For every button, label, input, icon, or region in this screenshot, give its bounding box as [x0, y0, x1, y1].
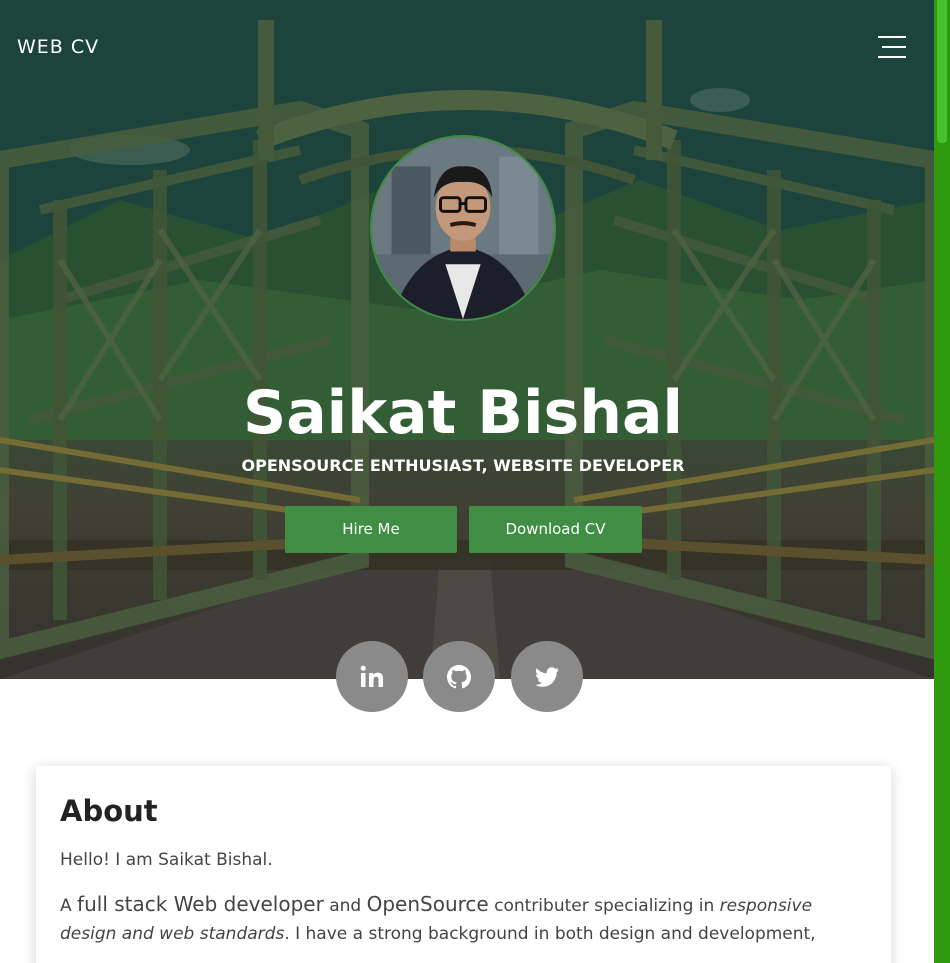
desc-text-3: contributer specializing in	[488, 896, 720, 916]
hamburger-menu-icon[interactable]	[878, 35, 908, 59]
profile-tagline: OPENSOURCE ENTHUSIAST, WEBSITE DEVELOPER	[241, 456, 685, 475]
github-icon	[447, 664, 471, 688]
profile-photo	[372, 137, 554, 319]
desc-text-2: and	[323, 896, 367, 916]
desc-text-4: . I have a strong background in both des…	[284, 924, 816, 944]
hero-overlay	[0, 0, 934, 679]
brand-logo[interactable]: WEB CV	[17, 36, 99, 58]
desc-highlight-1: full stack Web developer	[77, 892, 324, 916]
linkedin-button[interactable]	[336, 641, 408, 712]
desc-highlight-2: OpenSource	[366, 892, 489, 916]
page-scrollbar[interactable]	[934, 0, 950, 963]
hero-section: WEB CV Saikat Bishal OPENSOURCE ENTHUSIA…	[0, 0, 934, 679]
profile-avatar	[370, 135, 556, 321]
download-cv-button[interactable]: Download CV	[469, 506, 642, 553]
github-button[interactable]	[423, 641, 495, 712]
about-title: About	[60, 794, 158, 828]
hire-me-button[interactable]: Hire Me	[285, 506, 457, 553]
about-description: A full stack Web developer and OpenSourc…	[60, 890, 867, 948]
linkedin-icon	[360, 665, 383, 687]
about-card: About Hello! I am Saikat Bishal. A full …	[36, 766, 891, 963]
twitter-icon	[535, 666, 559, 687]
scrollbar-thumb[interactable]	[937, 0, 947, 143]
twitter-button[interactable]	[511, 641, 583, 712]
profile-name: Saikat Bishal	[242, 378, 683, 448]
desc-text-1: A	[60, 896, 78, 916]
about-greeting: Hello! I am Saikat Bishal.	[60, 850, 273, 870]
